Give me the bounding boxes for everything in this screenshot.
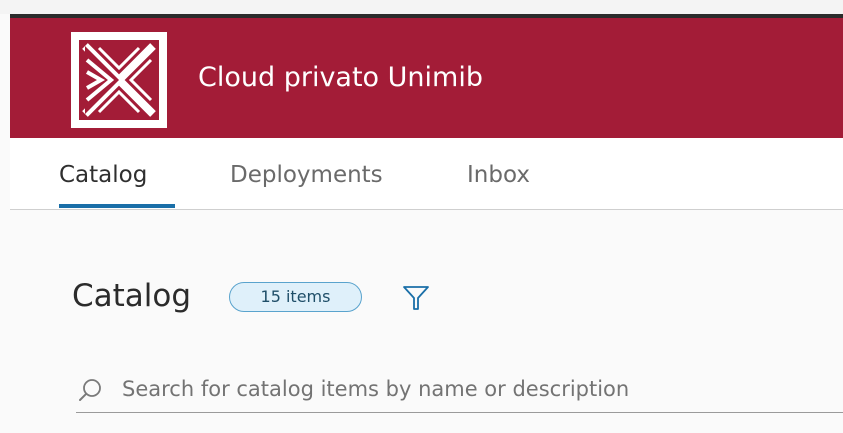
filter-icon[interactable]: [401, 283, 431, 313]
main-tabs: Catalog Deployments Inbox: [10, 138, 843, 210]
catalog-search[interactable]: [76, 367, 843, 413]
page-title: Catalog: [72, 278, 192, 314]
search-icon: [78, 377, 104, 407]
app-title: Cloud privato Unimib: [198, 62, 483, 93]
item-count-badge: 15 items: [229, 282, 362, 312]
tab-catalog[interactable]: Catalog: [59, 158, 147, 192]
search-input[interactable]: [122, 371, 837, 407]
tab-inbox[interactable]: Inbox: [467, 158, 530, 192]
window-top-strip: [0, 0, 843, 14]
tab-deployments[interactable]: Deployments: [230, 158, 383, 192]
app-header: Cloud privato Unimib: [10, 14, 843, 138]
catalog-page: Catalog 15 items: [10, 210, 843, 433]
unimib-logo-icon[interactable]: [71, 32, 167, 128]
active-tab-indicator: [59, 204, 175, 208]
